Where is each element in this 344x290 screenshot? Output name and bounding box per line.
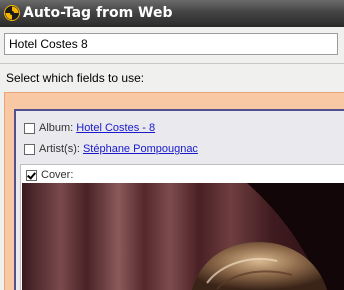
cover-label: Cover: (41, 169, 74, 181)
search-input[interactable] (4, 33, 338, 55)
divider (0, 63, 344, 64)
album-label: Album: (39, 122, 74, 134)
album-link[interactable]: Hotel Costes - 8 (76, 122, 155, 134)
window-title: Auto-Tag from Web (23, 5, 173, 21)
album-row: Album: Hotel Costes - 8 (24, 121, 155, 135)
cover-row: Cover: (26, 168, 76, 182)
artist-link[interactable]: Stéphane Pompougnac (83, 143, 198, 155)
artist-checkbox[interactable] (24, 143, 35, 155)
artist-label: Artist(s): (39, 143, 80, 155)
album-checkbox[interactable] (24, 122, 35, 134)
cover-checkbox[interactable] (26, 169, 37, 181)
fields-prompt: Select which fields to use: (6, 71, 145, 85)
artist-row: Artist(s): Stéphane Pompougnac (24, 142, 198, 156)
cover-art-image (22, 183, 344, 290)
app-logo-icon (4, 5, 20, 21)
title-bar[interactable]: Auto-Tag from Web (0, 0, 344, 27)
